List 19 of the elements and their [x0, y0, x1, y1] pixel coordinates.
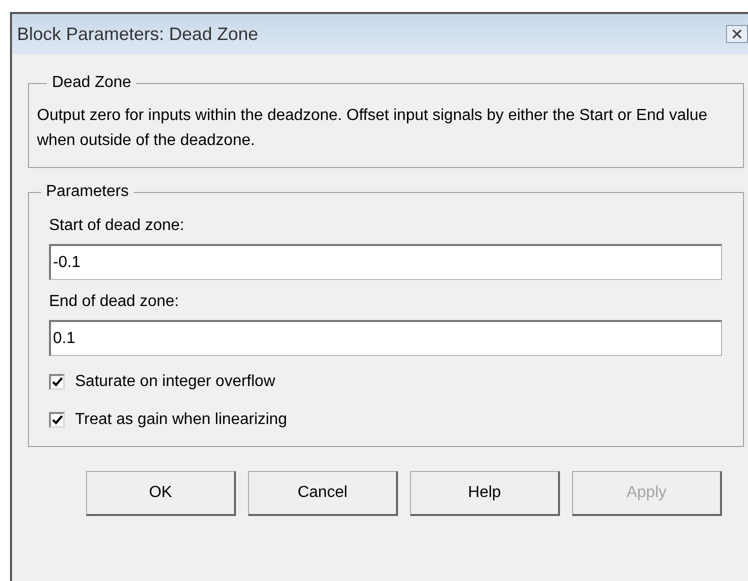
- input-field[interactable]: -0.1: [49, 244, 722, 280]
- checkbox[interactable]: [49, 412, 65, 428]
- dialog-button[interactable]: Cancel: [248, 471, 398, 516]
- close-icon: [732, 29, 742, 39]
- check-icon: [52, 377, 62, 387]
- dialog-button[interactable]: OK: [86, 471, 236, 516]
- group-title: Parameters: [45, 182, 130, 202]
- checkbox-label: Treat as gain when linearizing: [75, 410, 287, 430]
- group-title: Dead Zone: [51, 73, 132, 93]
- field-label: End of dead zone:: [49, 292, 180, 312]
- check-icon: [52, 415, 62, 425]
- checkbox[interactable]: [49, 374, 65, 390]
- checkbox-label: Saturate on integer overflow: [75, 372, 276, 392]
- field-label: Start of dead zone:: [49, 216, 186, 236]
- close-button[interactable]: [726, 25, 748, 43]
- window-title: Block Parameters: Dead Zone: [17, 22, 258, 46]
- input-field[interactable]: 0.1: [49, 320, 722, 356]
- dialog-button[interactable]: Help: [410, 471, 560, 516]
- description-text: Output zero for inputs within the deadzone. Offset input signals by either the Start or End value when outside of the deadzone.: [37, 106, 708, 151]
